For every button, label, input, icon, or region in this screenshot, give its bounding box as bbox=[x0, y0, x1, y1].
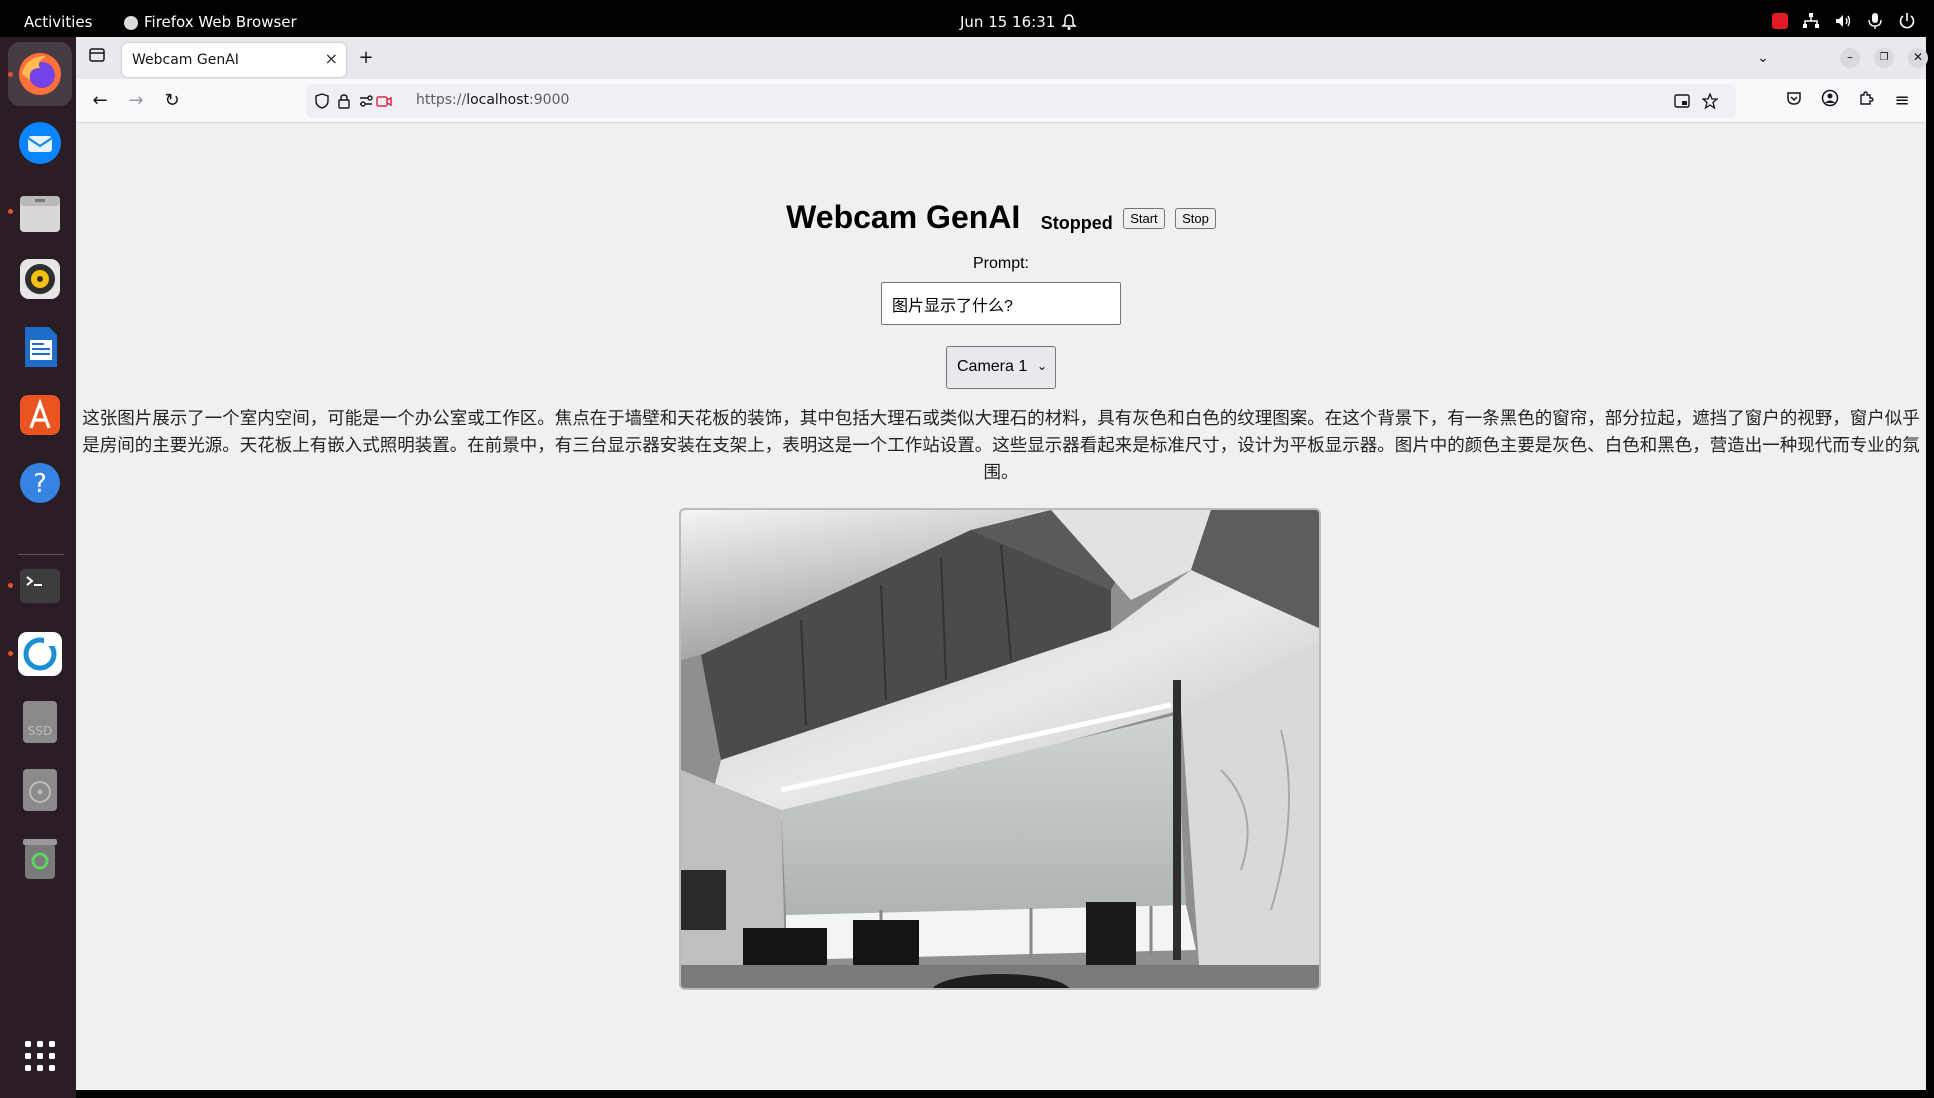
bookmark-star-icon[interactable] bbox=[1702, 93, 1718, 109]
prompt-input[interactable]: 图片显示了什么? bbox=[881, 282, 1121, 325]
stop-button[interactable]: Stop bbox=[1175, 208, 1216, 229]
tab-bar: Webcam GenAI × + ⌄ – ❐ ✕ bbox=[76, 37, 1928, 79]
dock-app-center[interactable] bbox=[14, 389, 66, 441]
ssd-drive-icon: SSD bbox=[23, 701, 57, 743]
dock-trash[interactable] bbox=[14, 832, 66, 884]
notification-bell-icon[interactable] bbox=[1061, 13, 1077, 31]
webpage-content: Webcam GenAI Stopped Start Stop Prompt: … bbox=[76, 123, 1926, 1090]
screen-record-icon[interactable] bbox=[1772, 13, 1788, 29]
firefox-small-icon bbox=[124, 16, 138, 30]
dock-sync[interactable] bbox=[14, 628, 66, 680]
thunderbird-icon bbox=[19, 122, 61, 164]
trash-icon bbox=[23, 839, 57, 879]
account-icon[interactable] bbox=[1818, 89, 1842, 113]
svg-text:SSD: SSD bbox=[28, 724, 52, 738]
microphone-icon[interactable] bbox=[1866, 12, 1884, 30]
running-indicator bbox=[8, 209, 13, 214]
tab-close-icon[interactable]: × bbox=[325, 49, 338, 68]
terminal-icon bbox=[20, 569, 60, 603]
system-top-bar: Activities Firefox Web Browser Jun 15 16… bbox=[0, 0, 1934, 37]
rhythmbox-icon bbox=[20, 259, 60, 299]
minimize-button[interactable]: – bbox=[1840, 48, 1860, 68]
svg-text:?: ? bbox=[33, 469, 47, 499]
url-port: :9000 bbox=[529, 92, 570, 108]
dock-writer[interactable] bbox=[14, 321, 66, 373]
list-all-tabs-chevron-down-icon[interactable]: ⌄ bbox=[1750, 45, 1776, 71]
firefox-icon bbox=[19, 53, 61, 95]
page-title: Webcam GenAI bbox=[786, 199, 1021, 235]
navigation-toolbar: ← → ↻ https://localhost:9000 ≡ bbox=[76, 79, 1926, 123]
reload-icon[interactable]: ↻ bbox=[160, 89, 184, 113]
header-row: Webcam GenAI Stopped Start Stop bbox=[76, 199, 1926, 236]
model-response-text: 这张图片展示了一个室内空间，可能是一个办公室或工作区。焦点在于墙壁和天花板的装饰… bbox=[82, 408, 1920, 482]
url-bar[interactable]: https://localhost:9000 bbox=[306, 84, 1736, 118]
url-host: localhost bbox=[466, 92, 530, 108]
chevron-down-icon: ⌄ bbox=[1036, 359, 1047, 373]
lock-warning-icon[interactable] bbox=[336, 93, 352, 109]
running-indicator bbox=[8, 651, 13, 656]
app-grid-icon bbox=[25, 1041, 55, 1071]
dock-firefox[interactable] bbox=[8, 42, 72, 106]
close-window-button[interactable]: ✕ bbox=[1908, 48, 1928, 68]
running-indicator bbox=[8, 583, 13, 588]
url-text[interactable]: https://localhost:9000 bbox=[416, 92, 569, 108]
pocket-icon[interactable] bbox=[1782, 89, 1806, 113]
dock-thunderbird[interactable] bbox=[14, 117, 66, 169]
running-indicator bbox=[8, 72, 13, 77]
status-text: Stopped bbox=[1040, 213, 1113, 233]
permissions-icon[interactable] bbox=[358, 93, 374, 109]
dock-help[interactable]: ? bbox=[14, 457, 66, 509]
help-icon: ? bbox=[20, 463, 60, 503]
camera-select-value: Camera 1 bbox=[957, 358, 1028, 375]
firefox-window: Webcam GenAI × + ⌄ – ❐ ✕ ← → ↻ https://l… bbox=[76, 37, 1928, 1090]
webcam-frame-image bbox=[681, 510, 1319, 988]
writer-icon bbox=[25, 327, 57, 367]
webcam-video bbox=[679, 508, 1321, 990]
restore-button[interactable]: ❐ bbox=[1874, 48, 1894, 68]
tracking-shield-icon[interactable] bbox=[314, 93, 330, 109]
tab-title: Webcam GenAI bbox=[132, 52, 239, 68]
picture-in-picture-icon[interactable] bbox=[1674, 93, 1690, 109]
account-shape bbox=[1821, 89, 1839, 107]
dock-ssd-drive[interactable]: SSD bbox=[14, 696, 66, 748]
tab-webcam-genai[interactable]: Webcam GenAI × bbox=[122, 43, 346, 77]
disk-drive-icon bbox=[23, 769, 57, 811]
puzzle-shape bbox=[1860, 91, 1874, 105]
hamburger-menu-icon[interactable]: ≡ bbox=[1890, 89, 1914, 113]
new-tab-button[interactable]: + bbox=[353, 45, 379, 71]
network-icon[interactable] bbox=[1802, 12, 1820, 30]
dock-rhythmbox[interactable] bbox=[14, 253, 66, 305]
extensions-icon[interactable] bbox=[1854, 89, 1878, 113]
system-tray[interactable] bbox=[1772, 12, 1916, 30]
dock-separator bbox=[18, 554, 64, 555]
dock-show-apps[interactable] bbox=[14, 1030, 66, 1082]
url-scheme: https:// bbox=[416, 92, 467, 108]
camera-select[interactable]: Camera 1 ⌄ bbox=[946, 346, 1056, 389]
back-arrow-icon[interactable]: ← bbox=[88, 89, 112, 113]
dock-terminal[interactable] bbox=[14, 560, 66, 612]
dock-files[interactable] bbox=[14, 187, 66, 239]
camera-in-use-icon[interactable] bbox=[376, 93, 392, 109]
dock: ? SSD bbox=[0, 37, 76, 1098]
files-icon bbox=[20, 196, 60, 232]
start-button[interactable]: Start bbox=[1123, 208, 1165, 229]
prompt-label: Prompt: bbox=[972, 255, 1029, 272]
dock-disk-drive[interactable] bbox=[14, 764, 66, 816]
sync-icon bbox=[18, 632, 62, 676]
volume-icon[interactable] bbox=[1834, 12, 1852, 30]
app-center-icon bbox=[20, 395, 60, 435]
forward-arrow-icon[interactable]: → bbox=[124, 89, 148, 113]
pocket-shape bbox=[1787, 92, 1801, 105]
power-icon[interactable] bbox=[1898, 12, 1916, 30]
firefox-view-button[interactable] bbox=[84, 45, 110, 71]
firefox-view-icon bbox=[89, 48, 105, 62]
